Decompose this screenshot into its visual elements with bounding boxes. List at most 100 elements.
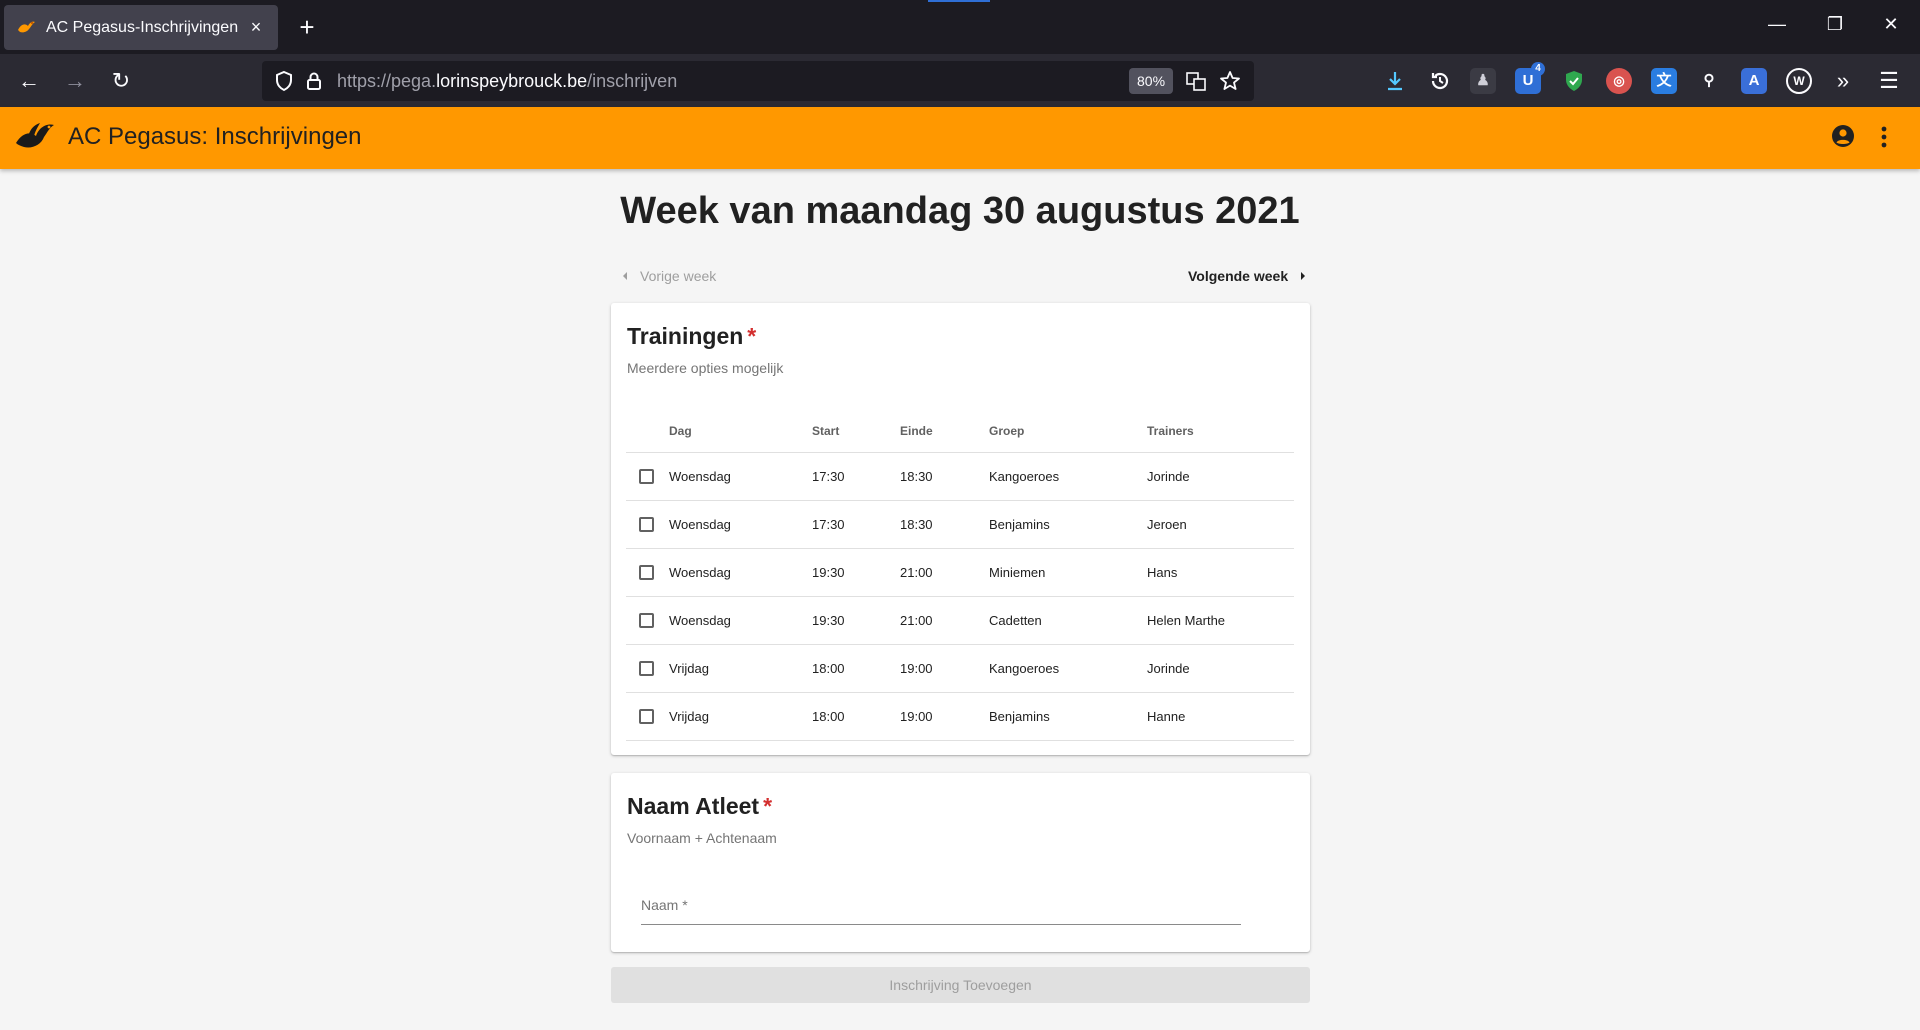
lock-icon[interactable] — [302, 69, 326, 93]
table-row[interactable]: Woensdag 17:30 18:30 Benjamins Jeroen — [626, 500, 1294, 549]
tabbar-accent — [928, 0, 990, 2]
previous-week-button[interactable]: Vorige week — [620, 268, 716, 284]
cell-group: Miniemen — [989, 548, 1147, 597]
url-domain: lorinspeybrouck.be — [436, 71, 588, 91]
row-checkbox-cell — [626, 548, 669, 597]
cell-end: 21:00 — [900, 596, 989, 645]
athlete-title: Naam Atleet * — [627, 793, 772, 820]
cell-end: 18:30 — [900, 500, 989, 549]
row-checkbox[interactable] — [639, 468, 654, 484]
cell-end: 18:30 — [900, 452, 989, 501]
athlete-subtitle: Voornaam + Achtenaam — [627, 830, 777, 846]
url-prefix: https://pega. — [337, 71, 437, 91]
hamburger-menu-icon[interactable]: ☰ — [1874, 66, 1904, 96]
agent-extension-icon[interactable]: ♟ — [1470, 68, 1496, 94]
app-title: AC Pegasus: Inschrijvingen — [68, 123, 362, 150]
cell-trainers: Hanne — [1147, 692, 1294, 741]
table-row[interactable]: Woensdag 17:30 18:30 Kangoeroes Jorinde — [626, 452, 1294, 501]
cell-group: Cadetten — [989, 596, 1147, 645]
cell-day: Woensdag — [669, 596, 812, 645]
cell-day: Woensdag — [669, 548, 812, 597]
table-row[interactable]: Woensdag 19:30 21:00 Cadetten Helen Mart… — [626, 596, 1294, 645]
trainings-table: Dag Start Einde Groep Trainers Woensdag … — [626, 410, 1294, 741]
restore-window-icon[interactable]: ❐ — [1820, 14, 1850, 35]
translate-extension-icon[interactable]: 文 — [1651, 68, 1677, 94]
add-registration-button[interactable]: Inschrijving Toevoegen — [611, 967, 1310, 1003]
table-header-row: Dag Start Einde Groep Trainers — [626, 410, 1294, 453]
cell-start: 18:00 — [812, 644, 900, 693]
trainings-title-text: Trainingen — [627, 323, 744, 349]
table-row[interactable]: Vrijdag 18:00 19:00 Benjamins Hanne — [626, 692, 1294, 741]
page-title: Week van maandag 30 augustus 2021 — [620, 190, 1300, 232]
row-checkbox[interactable] — [639, 516, 654, 532]
url-text[interactable]: https://pega.lorinspeybrouck.be/inschrij… — [337, 71, 677, 92]
cell-start: 19:30 — [812, 596, 900, 645]
trainings-title: Trainingen * — [627, 323, 756, 350]
close-window-icon[interactable]: ✕ — [1876, 14, 1906, 35]
previous-week-label: Vorige week — [640, 268, 717, 284]
url-bar[interactable]: https://pega.lorinspeybrouck.be/inschrij… — [262, 61, 1254, 101]
checkbox-column-header — [626, 410, 669, 453]
cell-trainers: Jorinde — [1147, 452, 1294, 501]
cell-day: Vrijdag — [669, 644, 812, 693]
account-circle-icon[interactable] — [1831, 124, 1855, 148]
cell-start: 17:30 — [812, 500, 900, 549]
more-vertical-icon[interactable] — [1874, 123, 1894, 151]
history-icon[interactable] — [1425, 66, 1455, 96]
next-week-button[interactable]: Volgende week — [1188, 268, 1308, 284]
caret-left-icon — [623, 272, 627, 280]
table-row[interactable]: Vrijdag 18:00 19:00 Kangoeroes Jorinde — [626, 644, 1294, 693]
athlete-name-card: Naam Atleet * Voornaam + Achtenaam Naam * — [611, 773, 1310, 952]
cell-end: 21:00 — [900, 548, 989, 597]
back-arrow-icon[interactable]: ← — [14, 66, 44, 96]
row-checkbox[interactable] — [639, 612, 654, 628]
row-checkbox[interactable] — [639, 708, 654, 724]
downloads-icon[interactable] — [1380, 66, 1410, 96]
athlete-name-label: Naam * — [641, 897, 688, 913]
language-extension-icon[interactable]: A — [1741, 68, 1767, 94]
column-header-day: Dag — [669, 410, 812, 453]
athlete-name-input[interactable]: Naam * — [641, 893, 1241, 925]
pegasus-logo-icon — [16, 123, 54, 148]
cell-group: Kangoeroes — [989, 644, 1147, 693]
translate-page-icon[interactable] — [1184, 69, 1208, 93]
cell-group: Benjamins — [989, 500, 1147, 549]
column-header-group: Groep — [989, 410, 1147, 453]
wallet-extension-icon[interactable]: W — [1786, 68, 1812, 94]
next-week-label: Volgende week — [1188, 268, 1289, 284]
cell-day: Woensdag — [669, 452, 812, 501]
new-tab-button[interactable]: + — [292, 12, 322, 42]
browser-tabbar: AC Pegasus-Inschrijvingen × + — ❐ ✕ — [0, 0, 1920, 54]
reload-icon[interactable]: ↻ — [106, 66, 136, 96]
athlete-title-text: Naam Atleet — [627, 793, 760, 819]
shield-icon[interactable] — [272, 69, 296, 93]
forward-arrow-icon[interactable]: → — [60, 66, 90, 96]
row-checkbox-cell — [626, 692, 669, 741]
zoom-level-badge[interactable]: 80% — [1129, 68, 1174, 94]
bookmark-star-icon[interactable] — [1218, 69, 1242, 93]
cell-end: 19:00 — [900, 644, 989, 693]
trainings-card: Trainingen * Meerdere opties mogelijk Dag… — [611, 303, 1310, 755]
row-checkbox-cell — [626, 500, 669, 549]
shield-extension-icon[interactable] — [1561, 68, 1587, 94]
browser-tab[interactable]: AC Pegasus-Inschrijvingen × — [4, 5, 278, 50]
pegasus-favicon-icon — [18, 21, 35, 32]
cell-day: Vrijdag — [669, 692, 812, 741]
extension-badge: 4 — [1531, 62, 1545, 76]
overflow-chevron-icon[interactable]: » — [1828, 66, 1858, 96]
column-header-trainers: Trainers — [1147, 410, 1294, 453]
cell-start: 18:00 — [812, 692, 900, 741]
reader-extension-icon[interactable]: ◎ — [1606, 68, 1632, 94]
column-header-start: Start — [812, 410, 900, 453]
row-checkbox[interactable] — [639, 660, 654, 676]
tab-close-icon[interactable]: × — [246, 17, 266, 38]
minimize-window-icon[interactable]: — — [1762, 14, 1792, 35]
cell-start: 19:30 — [812, 548, 900, 597]
pin-extension-icon[interactable]: ⚲ — [1696, 68, 1722, 94]
table-row[interactable]: Woensdag 19:30 21:00 Miniemen Hans — [626, 548, 1294, 597]
row-checkbox[interactable] — [639, 564, 654, 580]
browser-navbar: ← → ↻ https://pega.lorinspeybrouck.be/in… — [0, 54, 1920, 107]
cell-trainers: Helen Marthe — [1147, 596, 1294, 645]
cell-day: Woensdag — [669, 500, 812, 549]
row-checkbox-cell — [626, 644, 669, 693]
